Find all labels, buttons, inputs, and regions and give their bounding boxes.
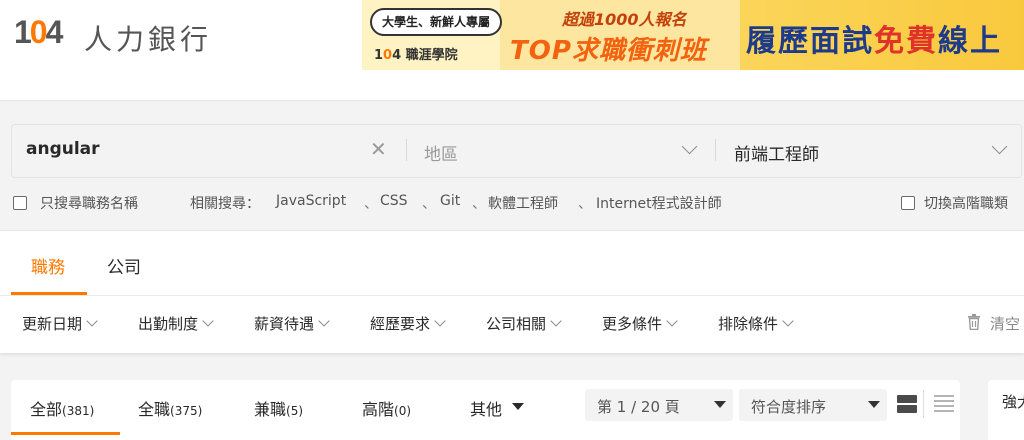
related-link-internet-programmer[interactable]: Internet程式設計師 — [596, 193, 722, 213]
promo-banner[interactable]: 大學生、新鮮人專屬 104 職涯學院 超過1000人報名 TOP求職衝刺班 履歷… — [362, 0, 1024, 70]
clear-icon[interactable]: ✕ — [370, 137, 387, 161]
result-tab-other[interactable]: 其他 — [470, 396, 502, 420]
chevron-down-icon — [666, 315, 678, 327]
chevron-down-icon[interactable] — [991, 138, 1008, 155]
filter-more[interactable]: 更多條件 — [602, 313, 678, 334]
filter-panel — [0, 230, 1024, 353]
search-bar: ✕ 地區 前端工程師 — [11, 124, 1022, 178]
filter-update-date[interactable]: 更新日期 — [22, 313, 98, 334]
clear-filters-button[interactable]: 清空 — [990, 313, 1020, 334]
chevron-down-icon[interactable] — [681, 138, 698, 155]
related-search-label: 相關搜尋： — [190, 196, 260, 212]
result-tab-fulltime[interactable]: 全職(375) — [138, 396, 202, 420]
related-link-git[interactable]: Git — [440, 193, 460, 209]
divider — [715, 139, 716, 161]
result-tab-senior[interactable]: 高階(0) — [362, 396, 411, 420]
sort-select-value[interactable]: 符合度排序 — [751, 396, 826, 417]
chevron-down-icon — [86, 315, 98, 327]
result-tab-active-indicator — [11, 432, 120, 435]
filter-work-schedule[interactable]: 出勤制度 — [138, 313, 214, 334]
advanced-checkbox[interactable] — [901, 196, 915, 210]
caret-down-icon[interactable] — [868, 401, 880, 408]
filter-company[interactable]: 公司相關 — [486, 313, 562, 334]
separator: 、 — [578, 196, 592, 212]
caret-down-icon[interactable] — [512, 403, 524, 410]
separator: 、 — [472, 196, 486, 212]
filter-salary[interactable]: 薪資待遇 — [254, 313, 330, 334]
banner-over-text: 超過1000人報名 — [562, 10, 687, 29]
site-logo-text[interactable]: 人力銀行 — [84, 18, 212, 58]
separator: 、 — [364, 196, 378, 212]
banner-right-panel: 履歷面試免費線上 — [740, 0, 1024, 70]
separator: 、 — [422, 196, 436, 212]
banner-title: TOP求職衝刺班 — [510, 36, 707, 66]
related-link-javascript[interactable]: JavaScript — [276, 193, 346, 209]
banner-right-text: 履歷面試免費線上 — [746, 24, 1002, 59]
filter-experience[interactable]: 經歷要求 — [370, 313, 446, 334]
banner-school: 104 職涯學院 — [374, 48, 458, 63]
chevron-down-icon — [434, 315, 446, 327]
side-card-title: 強大 — [1002, 393, 1024, 411]
divider — [406, 139, 407, 161]
site-logo[interactable]: 104 — [14, 14, 63, 51]
related-link-css[interactable]: CSS — [380, 193, 408, 209]
related-link-software-engineer[interactable]: 軟體工程師 — [488, 193, 558, 213]
banner-tag: 大學生、新鮮人專屬 — [370, 8, 503, 36]
caret-down-icon[interactable] — [714, 401, 726, 408]
card-view-icon[interactable] — [896, 393, 918, 415]
category-select[interactable]: 前端工程師 — [734, 140, 819, 165]
divider — [923, 390, 924, 418]
chevron-down-icon — [318, 315, 330, 327]
result-tab-all[interactable]: 全部(381) — [30, 396, 94, 420]
list-view-icon[interactable] — [933, 393, 955, 415]
title-only-label[interactable]: 只搜尋職務名稱 — [40, 193, 138, 213]
result-tab-parttime[interactable]: 兼職(5) — [254, 396, 303, 420]
chevron-down-icon — [550, 315, 562, 327]
tab-divider — [0, 295, 1024, 296]
tab-companies[interactable]: 公司 — [107, 253, 141, 278]
chevron-down-icon — [202, 315, 214, 327]
title-only-checkbox[interactable] — [13, 196, 27, 210]
trash-icon[interactable] — [967, 314, 981, 330]
filter-exclude[interactable]: 排除條件 — [718, 313, 794, 334]
advanced-label[interactable]: 切換高階職類 — [924, 193, 1008, 213]
chevron-down-icon — [782, 315, 794, 327]
tab-active-indicator — [11, 292, 87, 295]
tab-jobs[interactable]: 職務 — [31, 253, 65, 278]
area-select[interactable]: 地區 — [424, 140, 458, 165]
page-select-value[interactable]: 第 1 / 20 頁 — [597, 396, 680, 417]
keyword-input[interactable] — [26, 139, 346, 159]
